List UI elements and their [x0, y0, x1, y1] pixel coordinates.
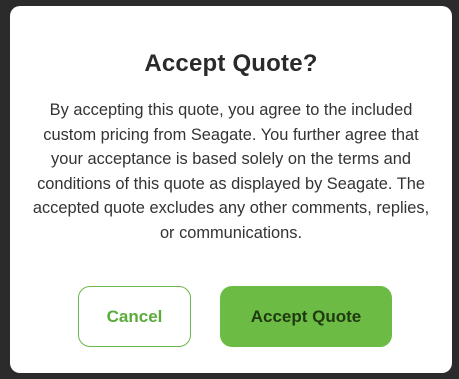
dialog-message: By accepting this quote, you agree to th… — [32, 101, 430, 242]
dialog-title: Accept Quote? — [144, 50, 318, 77]
accept-quote-button[interactable]: Accept Quote — [220, 286, 392, 347]
accept-quote-dialog: Accept Quote? By accepting this quote, y… — [10, 6, 452, 373]
cancel-button[interactable]: Cancel — [78, 286, 191, 347]
